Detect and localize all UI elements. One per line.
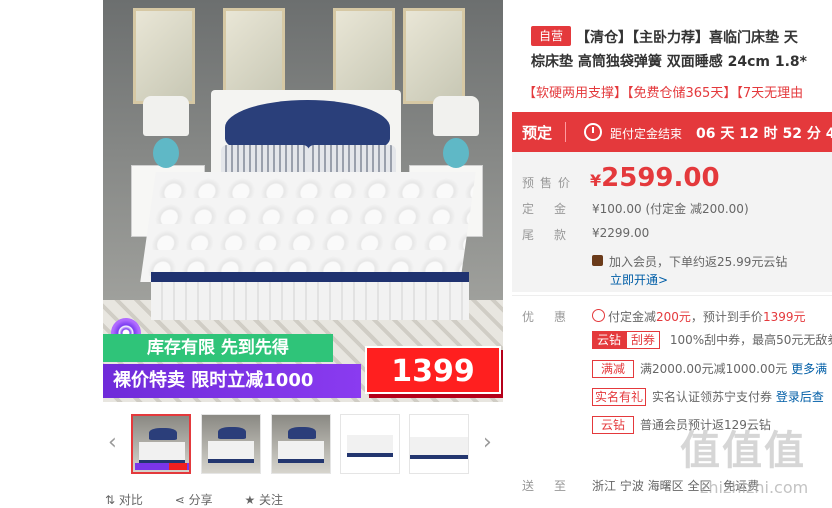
watermark-site: zhizhizhi.com bbox=[700, 478, 809, 497]
mattress-band bbox=[151, 272, 469, 282]
promo-row-3-text: 实名认证领苏宁支付券 bbox=[652, 390, 773, 404]
promo-row-3[interactable]: 实名有礼 实名认证领苏宁支付券 登录后查 bbox=[592, 388, 824, 406]
deposit-value: ¥100.00 (付定金 减200.00) bbox=[592, 200, 749, 217]
product-title: 【清仓】【主卧力荐】喜临门床垫 天 bbox=[576, 30, 798, 46]
section-divider bbox=[512, 295, 832, 296]
promo-tag-realname: 实名有礼 bbox=[592, 388, 647, 406]
thumbnail-5[interactable] bbox=[409, 414, 469, 474]
member-join-link[interactable]: 立即开通> bbox=[610, 271, 668, 288]
coupon-icon bbox=[592, 309, 605, 322]
clock-icon bbox=[584, 123, 602, 141]
deposit-amount: ¥100.00 bbox=[592, 202, 642, 216]
promo-row-3-link[interactable]: 登录后查 bbox=[776, 390, 824, 404]
product-title-line2: 棕床垫 高筒独袋弹簧 双面睡感 24cm 1.8* bbox=[531, 54, 807, 70]
promo-row-2[interactable]: 满减 满2000.00元减1000.00元 更多满 bbox=[592, 360, 827, 378]
lamp-base-left bbox=[153, 138, 179, 168]
compare-action[interactable]: ⇅ 对比 bbox=[105, 493, 157, 507]
product-subtitle: 【软硬两用支撑】【免费仓储365天】【7天无理由 bbox=[523, 86, 804, 101]
promo-tag-yunzuan: 云钻 bbox=[592, 331, 627, 349]
presale-label: 预定 bbox=[522, 124, 553, 142]
promo-deposit-line: 付定金减200元，预计到手价1399元 bbox=[592, 308, 805, 325]
presale-countdown-bar: 预定 距付定金结束 06 天 12 时 52 分 47 bbox=[512, 112, 832, 152]
main-product-image[interactable]: 库存有限 先到先得 裸价特卖 限时立减1000 1399 bbox=[103, 0, 503, 402]
lamp-base-right bbox=[443, 138, 469, 168]
thumbnail-3[interactable] bbox=[271, 414, 331, 474]
promo-row-1-text: 100%刮中券，最高50元无敌券 bbox=[669, 333, 832, 347]
share-label: 分享 bbox=[188, 493, 213, 507]
delivery-location-text: 浙江 宁波 海曙区 全区 bbox=[592, 479, 712, 493]
thumbnail-2[interactable] bbox=[201, 414, 261, 474]
lamp-right bbox=[433, 96, 479, 136]
member-icon bbox=[592, 255, 603, 266]
follow-action[interactable]: ★ 关注 bbox=[244, 493, 297, 507]
countdown-label: 距付定金结束 bbox=[610, 127, 683, 141]
promo-row-2-text: 满2000.00元减1000.00元 bbox=[640, 362, 788, 376]
promo-line1-mid: ，预计到手价 bbox=[690, 310, 763, 324]
wall-art-right bbox=[403, 8, 465, 104]
mattress-side bbox=[151, 282, 469, 320]
promo-tag-fullcut: 满减 bbox=[592, 360, 635, 378]
promo-tag-scratch: 刮券 bbox=[626, 331, 661, 349]
delivery-label: 送至 bbox=[522, 479, 587, 493]
promo-row-2-link[interactable]: 更多满 bbox=[791, 362, 827, 376]
promo-line1-prefix: 付定金减 bbox=[608, 310, 657, 324]
follow-label: 关注 bbox=[259, 493, 284, 507]
watermark-logo: 值值值 bbox=[680, 428, 806, 474]
share-action[interactable]: ⋖ 分享 bbox=[175, 493, 227, 507]
member-text: 加入会员，下单约返25.99元云钻 bbox=[609, 255, 788, 269]
deposit-label: 定金 bbox=[522, 202, 587, 216]
presale-price: ¥2599.00 bbox=[590, 163, 720, 193]
promotions-label: 优惠 bbox=[522, 310, 587, 324]
promo-tag-yunzuan-2: 云钻 bbox=[592, 416, 635, 434]
promo-line1-price: 1399元 bbox=[762, 310, 806, 324]
promo-line1-amount: 200元 bbox=[656, 310, 691, 324]
promo-price-tag: 1399 bbox=[365, 346, 501, 394]
product-actions: ⇅ 对比 ⋖ 分享 ★ 关注 bbox=[105, 491, 311, 508]
thumb-prev-icon[interactable]: ‹ bbox=[108, 430, 117, 455]
presale-price-value: 2599.00 bbox=[601, 163, 720, 193]
countdown-timer: 06 天 12 时 52 分 47 bbox=[696, 126, 832, 142]
presale-price-label: 预售价 bbox=[522, 176, 577, 190]
stock-limited-banner: 库存有限 先到先得 bbox=[103, 334, 333, 362]
self-operated-badge: 自营 bbox=[531, 26, 571, 46]
thumbnail-1[interactable] bbox=[131, 414, 191, 474]
deposit-note: (付定金 减200.00) bbox=[645, 202, 749, 216]
compare-label: 对比 bbox=[118, 493, 143, 507]
mattress-top bbox=[140, 172, 476, 282]
divider bbox=[565, 122, 566, 142]
thumb-next-icon[interactable]: › bbox=[483, 430, 492, 455]
balance-value: ¥2299.00 bbox=[592, 226, 650, 240]
thumbnail-4[interactable] bbox=[340, 414, 400, 474]
currency-symbol: ¥ bbox=[590, 171, 602, 190]
balance-label: 尾款 bbox=[522, 228, 587, 242]
special-sale-banner: 裸价特卖 限时立减1000 bbox=[103, 364, 361, 398]
lamp-left bbox=[143, 96, 189, 136]
wall-art-left bbox=[133, 8, 195, 104]
promo-row-1[interactable]: 云钻 刮券 100%刮中券，最高50元无敌券 bbox=[592, 331, 832, 349]
